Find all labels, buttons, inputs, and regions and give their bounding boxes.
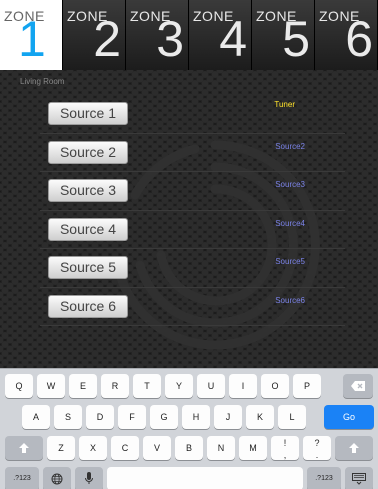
keyboard-row-3: Z X C V B N M ! , ? .: [0, 436, 378, 460]
dictation-key[interactable]: [75, 467, 103, 489]
numbers-key-left[interactable]: .?123: [5, 467, 39, 489]
key-primary-char: !: [283, 438, 287, 448]
source-2-button[interactable]: Source 2: [48, 140, 128, 164]
shift-right-key[interactable]: [335, 436, 373, 460]
source-6-button[interactable]: Source 6: [48, 294, 128, 318]
key-primary-char: ?: [314, 438, 320, 448]
source-name: Source5: [275, 257, 305, 266]
zone-number: 6: [345, 11, 373, 67]
tab-zone-1[interactable]: ZONE 1: [0, 0, 63, 70]
zone-number: 3: [156, 11, 184, 67]
source-4-button[interactable]: Source 4: [48, 217, 128, 241]
key-y[interactable]: Y: [165, 374, 193, 398]
key-z[interactable]: Z: [47, 436, 75, 460]
source-row: Source 6 Source6: [40, 288, 345, 326]
keyboard-dismiss-icon: [352, 473, 366, 485]
source-row: Source 2 Source2: [40, 134, 345, 172]
shift-icon: [19, 443, 29, 453]
key-a[interactable]: A: [22, 405, 50, 429]
tab-zone-4[interactable]: ZONE 4: [189, 0, 252, 70]
key-b[interactable]: B: [175, 436, 203, 460]
microphone-icon: [85, 472, 93, 484]
zone-tabs: ZONE 1 ZONE 2 ZONE 3 ZONE 4 ZONE 5 ZONE …: [0, 0, 378, 70]
source-1-button[interactable]: Source 1: [48, 102, 128, 125]
keyboard-row-1: Q W E R T Y U I O P: [0, 374, 378, 398]
go-key[interactable]: Go: [324, 405, 374, 429]
zone-number: 4: [219, 11, 247, 67]
source-name: Source4: [275, 218, 305, 228]
tab-zone-5[interactable]: ZONE 5: [252, 0, 315, 70]
source-row: Source 4 Source4: [40, 211, 345, 249]
key-g[interactable]: G: [150, 405, 178, 429]
tab-zone-6[interactable]: ZONE 6: [315, 0, 378, 70]
key-t[interactable]: T: [133, 374, 161, 398]
globe-key[interactable]: [43, 467, 71, 489]
key-e[interactable]: E: [69, 374, 97, 398]
key-j[interactable]: J: [214, 405, 242, 429]
source-name: Source2: [275, 141, 305, 151]
source-row: Source 5 Source5: [40, 249, 345, 288]
key-secondary-char: .: [315, 450, 319, 460]
key-f[interactable]: F: [118, 405, 146, 429]
key-secondary-char: ,: [283, 450, 287, 460]
key-u[interactable]: U: [197, 374, 225, 398]
globe-icon: [51, 473, 63, 485]
source-panel: Living Room Source 1 Tuner Source 2 Sour…: [0, 70, 378, 368]
tab-zone-3[interactable]: ZONE 3: [126, 0, 189, 70]
source-list: Source 1 Tuner Source 2 Source2 Source 3…: [40, 95, 345, 326]
dismiss-keyboard-key[interactable]: [345, 467, 373, 489]
key-question-period[interactable]: ? .: [303, 436, 331, 460]
source-name: Source6: [275, 295, 305, 305]
keyboard-row-4: .?123 .?123: [0, 467, 378, 489]
key-s[interactable]: S: [54, 405, 82, 429]
keyboard-row-2: A S D F G H J K L Go: [0, 405, 378, 429]
zone-number: 2: [93, 11, 121, 67]
onscreen-keyboard: Q W E R T Y U I O P A S D F G H J K L Go: [0, 368, 378, 489]
tab-zone-2[interactable]: ZONE 2: [63, 0, 126, 70]
key-i[interactable]: I: [229, 374, 257, 398]
source-5-button[interactable]: Source 5: [48, 256, 128, 279]
zone-room-name: Living Room: [20, 77, 65, 86]
key-w[interactable]: W: [37, 374, 65, 398]
key-v[interactable]: V: [143, 436, 171, 460]
key-c[interactable]: C: [111, 436, 139, 460]
key-h[interactable]: H: [182, 405, 210, 429]
key-k[interactable]: K: [246, 405, 274, 429]
key-l[interactable]: L: [278, 405, 306, 429]
numbers-key-right[interactable]: .?123: [307, 467, 341, 489]
source-3-button[interactable]: Source 3: [48, 179, 128, 202]
zone-number: 1: [18, 11, 46, 67]
backspace-icon: [351, 381, 365, 391]
source-name: Source3: [275, 180, 305, 189]
space-key[interactable]: [107, 467, 303, 489]
key-o[interactable]: O: [261, 374, 289, 398]
source-row: Source 1 Tuner: [40, 95, 345, 134]
source-name: Tuner: [274, 100, 295, 109]
shift-left-key[interactable]: [5, 436, 43, 460]
key-p[interactable]: P: [293, 374, 321, 398]
shift-icon: [349, 443, 359, 453]
key-exclaim-comma[interactable]: ! ,: [271, 436, 299, 460]
key-r[interactable]: R: [101, 374, 129, 398]
key-m[interactable]: M: [239, 436, 267, 460]
source-row: Source 3 Source3: [40, 172, 345, 211]
key-d[interactable]: D: [86, 405, 114, 429]
backspace-key[interactable]: [343, 374, 373, 398]
zone-number: 5: [282, 11, 310, 67]
key-n[interactable]: N: [207, 436, 235, 460]
key-q[interactable]: Q: [5, 374, 33, 398]
key-x[interactable]: X: [79, 436, 107, 460]
